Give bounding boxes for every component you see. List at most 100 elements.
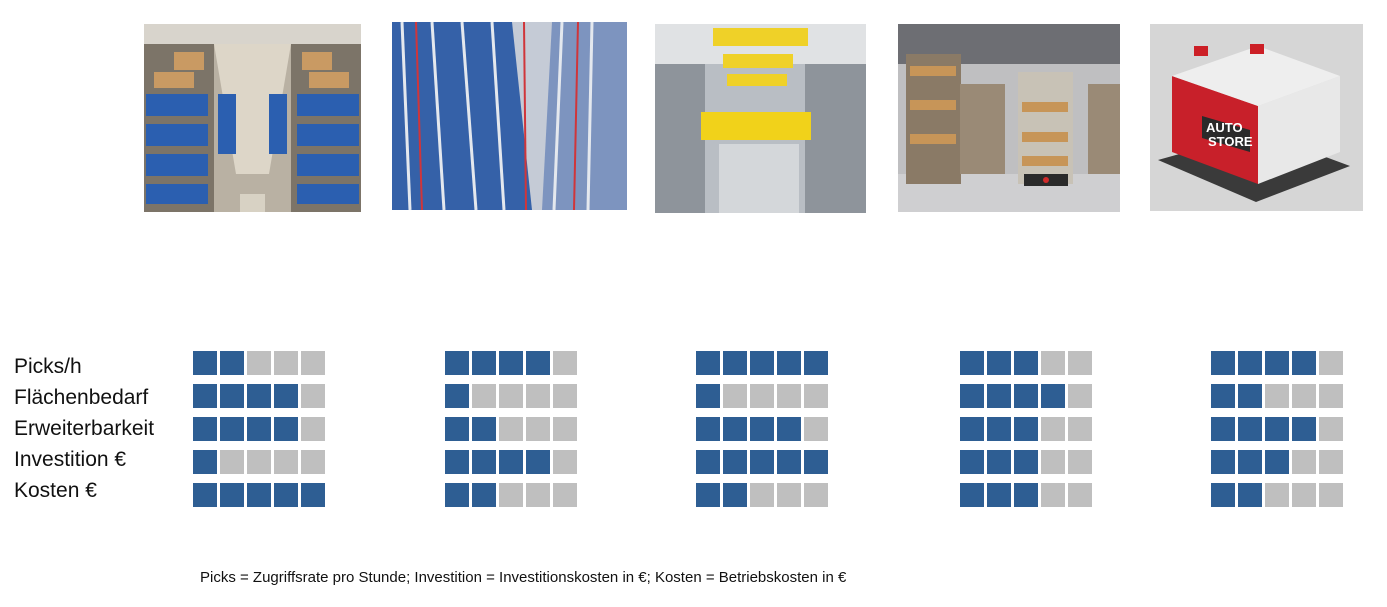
rating-square-empty: [301, 450, 325, 474]
rating-square-filled: [445, 351, 469, 375]
rating-square-empty: [1292, 384, 1316, 408]
rating-square-empty: [1292, 483, 1316, 507]
rating-square-filled: [220, 483, 244, 507]
rating-square-filled: [1265, 450, 1289, 474]
rating-square-filled: [1014, 417, 1038, 441]
rating-row: [1211, 417, 1346, 441]
rating-grid-system-2: [445, 351, 580, 507]
rating-square-empty: [301, 417, 325, 441]
rating-square-empty: [750, 384, 774, 408]
rating-square-filled: [193, 351, 217, 375]
rating-row: [960, 417, 1095, 441]
rating-row: [445, 384, 580, 408]
rating-square-filled: [274, 384, 298, 408]
rating-square-filled: [987, 417, 1011, 441]
rating-square-empty: [553, 483, 577, 507]
criterion-label-scalability: Erweiterbarkeit: [14, 417, 155, 440]
rating-row: [696, 384, 831, 408]
rating-row: [1211, 351, 1346, 375]
criterion-label-investment: Investition €: [14, 448, 127, 471]
rating-square-empty: [1068, 417, 1092, 441]
rating-square-filled: [723, 483, 747, 507]
rating-square-filled: [696, 417, 720, 441]
rating-grid-system-4: [960, 351, 1095, 507]
rating-square-filled: [777, 351, 801, 375]
rating-square-empty: [1041, 417, 1065, 441]
rating-row: [1211, 483, 1346, 507]
rating-square-filled: [445, 450, 469, 474]
rating-square-filled: [1014, 483, 1038, 507]
rating-square-empty: [1068, 483, 1092, 507]
rating-square-empty: [1319, 483, 1343, 507]
rating-square-filled: [987, 483, 1011, 507]
rating-square-filled: [1292, 351, 1316, 375]
rating-row: [960, 351, 1095, 375]
rating-square-filled: [193, 483, 217, 507]
rating-row: [1211, 450, 1346, 474]
rating-row: [696, 351, 831, 375]
rating-square-empty: [1068, 384, 1092, 408]
rating-square-filled: [526, 351, 550, 375]
rating-square-filled: [1211, 483, 1235, 507]
rating-square-filled: [1265, 417, 1289, 441]
rating-row: [193, 384, 328, 408]
rating-square-filled: [301, 483, 325, 507]
rating-row: [1211, 384, 1346, 408]
rating-square-empty: [553, 384, 577, 408]
rating-square-filled: [1292, 417, 1316, 441]
rating-square-filled: [1211, 417, 1235, 441]
rating-square-filled: [472, 483, 496, 507]
rating-square-filled: [472, 351, 496, 375]
rating-square-filled: [220, 384, 244, 408]
rating-square-empty: [777, 483, 801, 507]
rating-square-filled: [274, 483, 298, 507]
rating-row: [696, 483, 831, 507]
rating-row: [960, 384, 1095, 408]
rating-square-filled: [193, 417, 217, 441]
autostore-cube-storage-photo: AUTO STORE: [1150, 24, 1363, 211]
rating-square-filled: [723, 450, 747, 474]
rating-square-filled: [987, 351, 1011, 375]
rating-square-filled: [247, 384, 271, 408]
rating-square-empty: [1319, 417, 1343, 441]
rating-square-filled: [445, 417, 469, 441]
rating-square-empty: [499, 384, 523, 408]
rating-square-filled: [1238, 483, 1262, 507]
rating-square-empty: [247, 450, 271, 474]
rating-square-filled: [499, 351, 523, 375]
rating-grid-system-5: [1211, 351, 1346, 507]
rating-square-filled: [247, 417, 271, 441]
rating-square-filled: [804, 450, 828, 474]
rating-square-filled: [696, 450, 720, 474]
high-bay-miniload-rack-photo: [392, 22, 627, 210]
criterion-label-costs: Kosten €: [14, 479, 97, 502]
goods-to-person-robot-shelves-photo: [898, 24, 1120, 212]
rating-row: [696, 450, 831, 474]
rating-row: [445, 417, 580, 441]
autostore-logo-line2: STORE: [1208, 134, 1253, 149]
criteria-labels: Picks/h Flächenbedarf Erweiterbarkeit In…: [14, 351, 154, 506]
rating-square-empty: [1319, 384, 1343, 408]
rating-square-filled: [750, 351, 774, 375]
rating-grid-system-1: [193, 351, 328, 507]
rating-square-filled: [1238, 384, 1262, 408]
rating-square-empty: [553, 450, 577, 474]
rating-square-filled: [220, 351, 244, 375]
rating-row: [445, 450, 580, 474]
rating-square-filled: [696, 384, 720, 408]
rating-square-empty: [499, 483, 523, 507]
criterion-label-area: Flächenbedarf: [14, 386, 149, 409]
rating-row: [960, 450, 1095, 474]
rating-square-filled: [750, 450, 774, 474]
footnote: Picks = Zugriffsrate pro Stunde; Investi…: [200, 569, 847, 586]
rating-square-empty: [1265, 384, 1289, 408]
rating-square-empty: [1292, 450, 1316, 474]
rating-square-filled: [777, 417, 801, 441]
rating-square-filled: [777, 450, 801, 474]
rating-square-filled: [193, 450, 217, 474]
rating-square-empty: [1265, 483, 1289, 507]
rating-square-empty: [301, 384, 325, 408]
rating-square-filled: [445, 483, 469, 507]
rating-square-empty: [526, 384, 550, 408]
rating-square-filled: [193, 384, 217, 408]
